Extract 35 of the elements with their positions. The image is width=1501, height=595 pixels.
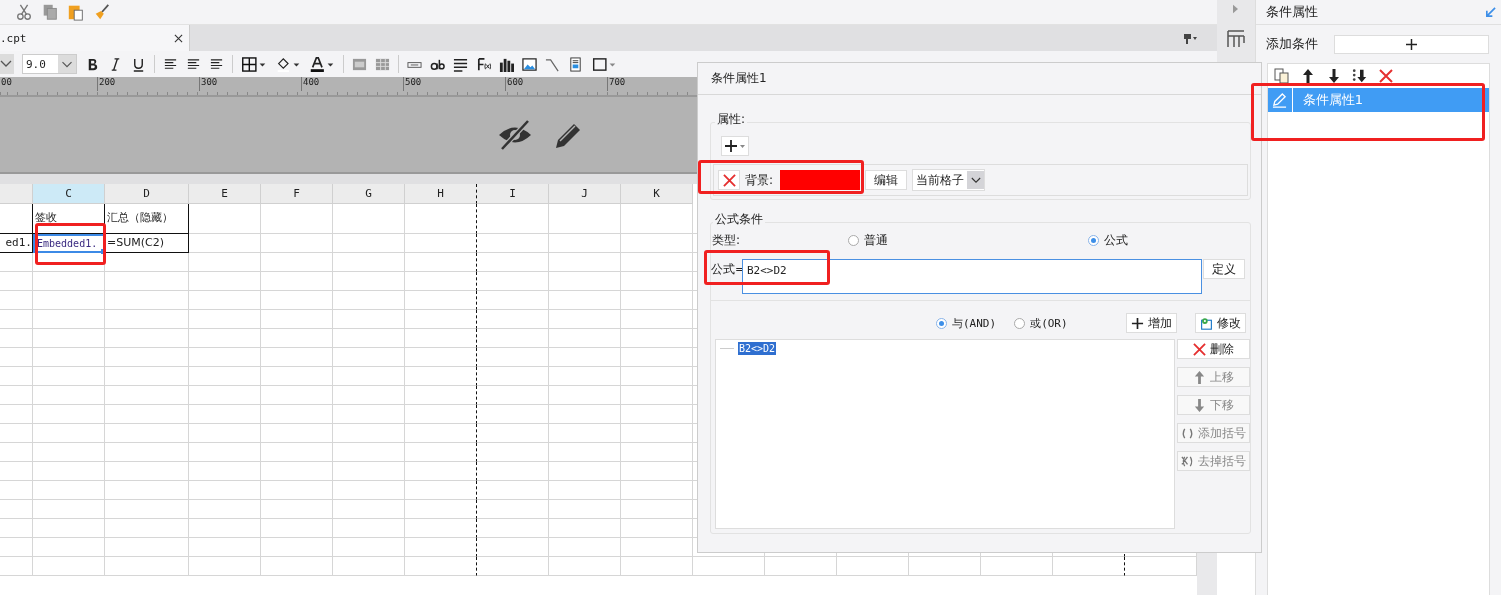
- logic-radio[interactable]: 或(OR): [1014, 315, 1068, 331]
- formula-field[interactable]: B2<>D2: [742, 259, 1202, 294]
- document-tab[interactable]: .cpt: [0, 25, 190, 51]
- section-legend: 公式条件: [713, 211, 765, 228]
- table-cell[interactable]: ed1.: [0, 234, 33, 253]
- table-cell[interactable]: Embedded1.: [33, 234, 105, 253]
- background-label: 背景:: [745, 171, 774, 189]
- scope-dropdown[interactable]: 当前格子: [912, 169, 986, 191]
- condition-entry[interactable]: B2<>D2: [738, 342, 777, 355]
- font-size-field[interactable]: 9.0: [22, 54, 77, 74]
- type-radio[interactable]: 普通: [848, 232, 888, 249]
- delete-button[interactable]: 删除: [1177, 339, 1250, 359]
- modify-button[interactable]: 修改: [1194, 313, 1246, 333]
- column-header[interactable]: H: [405, 184, 477, 204]
- column-header[interactable]: G: [333, 184, 405, 204]
- panel-title: 条件属性: [1265, 3, 1318, 21]
- column-header[interactable]: C: [33, 184, 105, 204]
- table-cell[interactable]: 签收: [33, 204, 105, 234]
- column-header[interactable]: F: [261, 184, 333, 204]
- add-button[interactable]: 增加: [1125, 313, 1177, 333]
- table-cell[interactable]: =SUM(C2): [105, 234, 189, 253]
- column-header[interactable]: E: [189, 184, 261, 204]
- column-header[interactable]: D: [105, 184, 189, 204]
- section-legend: 属性:: [715, 111, 748, 128]
- table-cell[interactable]: 汇总（隐藏）: [105, 204, 189, 234]
- logic-radio[interactable]: 与(AND): [936, 315, 997, 331]
- add-condition-label: 添加条件: [1265, 35, 1318, 53]
- column-header[interactable]: J: [549, 184, 621, 204]
- dialog-title: 条件属性1: [698, 63, 1261, 95]
- column-header[interactable]: K: [621, 184, 693, 204]
- edit-button[interactable]: 编辑: [865, 170, 908, 190]
- type-label: 类型:: [712, 232, 742, 249]
- column-header[interactable]: I: [477, 184, 549, 204]
- type-radio[interactable]: 公式: [1088, 232, 1128, 249]
- define-button[interactable]: 定义: [1203, 259, 1245, 279]
